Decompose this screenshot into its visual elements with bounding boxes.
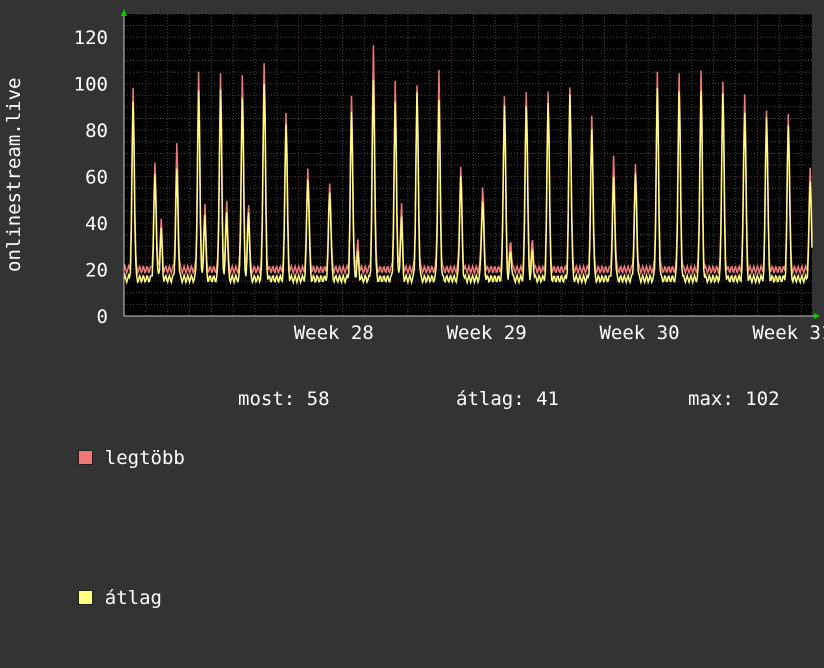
y-tick-label: 0	[97, 306, 108, 328]
y-tick-label: 120	[74, 27, 108, 49]
y-tick-label: 20	[85, 260, 108, 282]
stat-avg-value: 41	[536, 388, 559, 410]
stat-avg-label: átlag:	[456, 388, 525, 410]
x-tick-label: Week 28	[294, 322, 374, 344]
legend-swatch-avg	[77, 590, 93, 605]
y-tick-label: 100	[74, 74, 108, 96]
y-axis-arrow	[121, 9, 127, 16]
legend-item-max: legtöbb	[32, 416, 185, 500]
legend: legtöbb átlag	[32, 360, 185, 668]
y-axis-ticks: 0 20 40 60 80 100 120	[74, 27, 108, 328]
y-tick-label: 40	[85, 213, 108, 235]
legend-swatch-max	[77, 450, 93, 465]
x-tick-label: Week 29	[447, 322, 527, 344]
stat-max-label: max:	[688, 388, 734, 410]
legend-label-avg: átlag	[104, 587, 162, 609]
x-axis-arrow	[814, 313, 820, 319]
x-tick-label: Week 30	[599, 322, 679, 344]
stat-now-value: 58	[306, 388, 330, 410]
y-axis-label: onlinestream.live	[3, 78, 25, 272]
stat-avg: átlag: 41	[456, 388, 559, 410]
x-axis-ticks: Week 28 Week 29 Week 30 Week 31	[294, 322, 824, 344]
stat-now-label: most:	[238, 388, 296, 410]
stat-max-value: 102	[745, 388, 780, 410]
stat-max: max: 102	[688, 388, 780, 410]
y-tick-label: 60	[85, 167, 108, 189]
legend-item-avg: átlag	[32, 556, 185, 640]
x-tick-label: Week 31	[752, 322, 824, 344]
stat-now: most: 58	[238, 388, 330, 410]
legend-label-max: legtöbb	[104, 447, 185, 469]
y-tick-label: 80	[85, 120, 108, 142]
